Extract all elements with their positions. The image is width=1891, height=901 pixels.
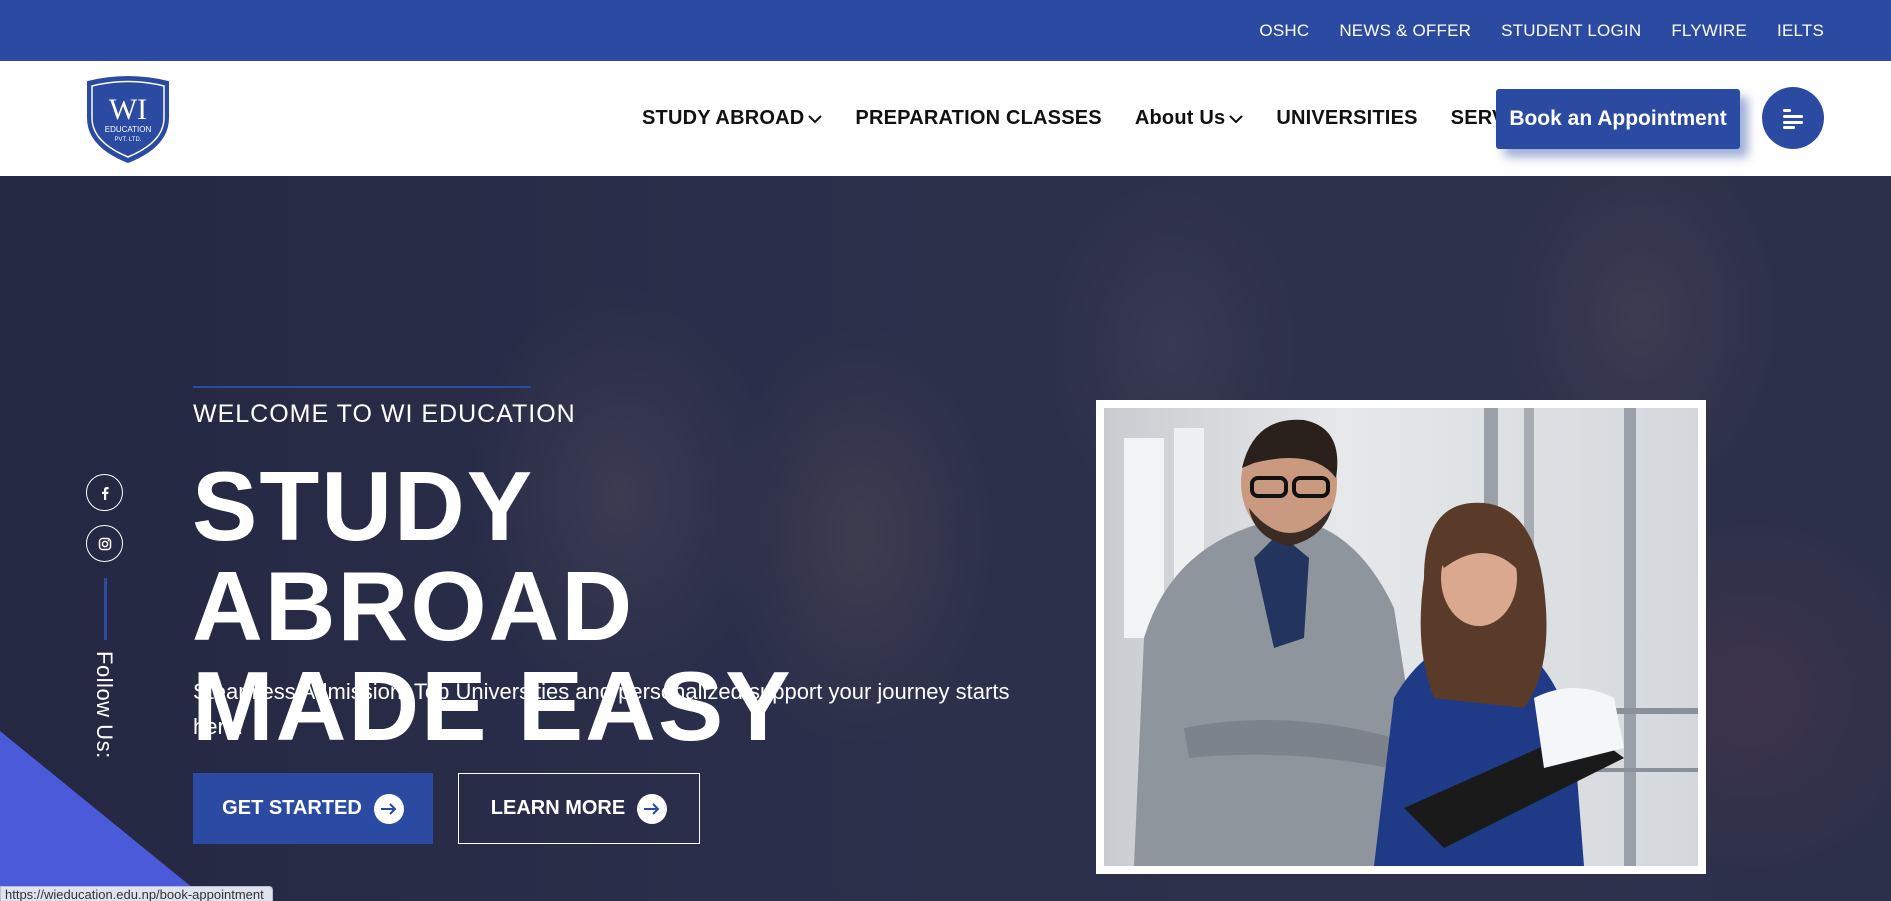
top-link-news-offer[interactable]: NEWS & OFFER	[1339, 21, 1471, 41]
social-divider-line	[104, 578, 107, 640]
follow-us-label: Follow Us:	[92, 651, 117, 759]
facebook-link[interactable]	[86, 474, 123, 511]
nav-item-label: UNIVERSITIES	[1276, 107, 1418, 129]
top-link-student-login[interactable]: STUDENT LOGIN	[1501, 21, 1641, 41]
chevron-down-icon	[808, 114, 823, 123]
top-utility-links: OSHC NEWS & OFFER STUDENT LOGIN FLYWIRE …	[1259, 0, 1824, 61]
nav-item-universities[interactable]: UNIVERSITIES	[1276, 107, 1417, 130]
instagram-link[interactable]	[86, 525, 123, 562]
nav-item-about-us[interactable]: About Us	[1134, 107, 1244, 130]
hero-photo-frame	[1096, 400, 1706, 874]
svg-text:PVT. LTD.: PVT. LTD.	[115, 137, 142, 143]
svg-text:EDUCATION: EDUCATION	[105, 125, 152, 134]
menu-icon	[1783, 109, 1803, 129]
svg-text:WI: WI	[109, 93, 147, 126]
book-appointment-button[interactable]: Book an Appointment	[1496, 89, 1740, 149]
hero-photo-consultation	[1104, 408, 1698, 866]
status-bar-url: https://wieducation.edu.np/book-appointm…	[0, 886, 273, 901]
top-utility-bar: OSHC NEWS & OFFER STUDENT LOGIN FLYWIRE …	[0, 0, 1891, 61]
nav-item-preparation-classes[interactable]: PREPARATION CLASSES	[855, 107, 1101, 130]
welcome-text: WELCOME TO WI EDUCATION	[193, 400, 576, 428]
get-started-label: GET STARTED	[222, 797, 362, 819]
top-link-oshc[interactable]: OSHC	[1259, 21, 1309, 41]
main-navbar: WI EDUCATION PVT. LTD. STUDY ABROAD PREP…	[0, 61, 1891, 176]
nav-item-label: About Us	[1134, 107, 1226, 129]
arrow-right-icon	[637, 793, 668, 824]
chevron-down-icon	[1229, 114, 1244, 123]
wi-education-logo[interactable]: WI EDUCATION PVT. LTD.	[72, 74, 184, 164]
learn-more-label: LEARN MORE	[490, 797, 626, 819]
welcome-accent-line	[193, 386, 531, 388]
learn-more-button[interactable]: LEARN MORE	[458, 773, 700, 844]
nav-item-label: PREPARATION CLASSES	[855, 107, 1102, 129]
get-started-button[interactable]: GET STARTED	[193, 773, 433, 844]
menu-toggle-button[interactable]	[1762, 87, 1824, 149]
instagram-icon	[98, 537, 111, 550]
top-link-flywire[interactable]: FLYWIRE	[1671, 21, 1747, 41]
nav-item-label: STUDY ABROAD	[642, 107, 805, 129]
top-link-ielts[interactable]: IELTS	[1777, 21, 1824, 41]
arrow-right-icon	[373, 793, 404, 824]
hero-subtitle: Steamless Admission, Top Universities an…	[193, 679, 1010, 739]
hero-section: Follow Us: WELCOME TO WI EDUCATION STUDY…	[0, 176, 1891, 901]
primary-nav: STUDY ABROAD PREPARATION CLASSES About U…	[642, 61, 1553, 176]
hero-title-line-1: STUDY ABROAD	[192, 451, 635, 661]
facebook-icon	[101, 486, 109, 500]
nav-item-study-abroad[interactable]: STUDY ABROAD	[642, 107, 823, 130]
